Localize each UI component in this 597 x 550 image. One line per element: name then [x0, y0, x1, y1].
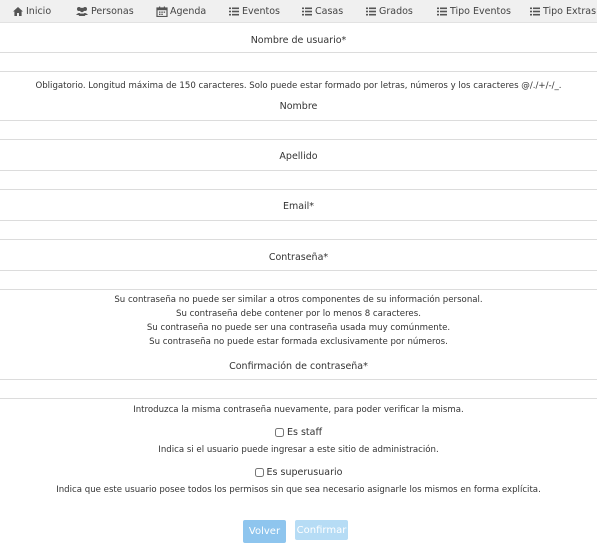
nav-item-grados[interactable]: Grados	[365, 4, 413, 18]
is-staff-label: Es staff	[286, 427, 322, 438]
nav-item-inicio[interactable]: Inicio	[12, 4, 51, 18]
calendar-icon	[156, 6, 168, 17]
is-superuser-help: Indica que este usuario posee todos los …	[56, 485, 541, 495]
back-button[interactable]: Volver	[243, 520, 286, 543]
last-name-label: Apellido	[279, 151, 318, 162]
nav-item-tipo-eventos[interactable]: Tipo Eventos	[436, 4, 511, 18]
list-icon	[436, 6, 448, 17]
nav-item-label: Grados	[379, 5, 413, 17]
is-superuser-label: Es superusuario	[266, 467, 343, 478]
nav-item-tipo-extras[interactable]: Tipo Extras	[529, 4, 596, 18]
home-icon	[12, 6, 24, 17]
list-icon	[228, 6, 240, 17]
nav-item-label: Inicio	[26, 5, 52, 17]
email-input[interactable]	[0, 220, 597, 240]
submit-button[interactable]: Confirmar	[295, 520, 348, 540]
username-label: Nombre de usuario*	[250, 35, 347, 46]
nav-item-label: Eventos	[242, 5, 280, 17]
is-superuser-row: Es superusuario	[0, 467, 597, 478]
is-staff-row: Es staff	[0, 427, 597, 438]
password-input[interactable]	[0, 270, 597, 290]
is-staff-help: Indica si el usuario puede ingresar a es…	[158, 445, 439, 455]
is-staff-checkbox[interactable]	[274, 428, 284, 437]
list-icon	[529, 6, 541, 17]
nav-item-eventos[interactable]: Eventos	[228, 4, 280, 18]
nav-item-personas[interactable]: Personas	[75, 4, 134, 18]
password-help-line: Su contraseña debe contener por lo menos…	[176, 309, 421, 319]
list-icon	[301, 6, 313, 17]
list-icon	[365, 6, 377, 17]
nav-item-label: Personas	[91, 5, 134, 17]
last-name-input[interactable]	[0, 170, 597, 190]
username-help: Obligatorio. Longitud máxima de 150 cara…	[35, 81, 562, 91]
users-icon	[75, 6, 89, 17]
password-confirm-input[interactable]	[0, 379, 597, 399]
password-confirm-label: Confirmación de contraseña*	[229, 361, 368, 372]
nav-item-agenda[interactable]: Agenda	[156, 4, 206, 18]
first-name-label: Nombre	[279, 101, 318, 112]
email-label: Email*	[282, 201, 315, 212]
nav-item-label: Tipo Extras	[543, 5, 597, 17]
first-name-input[interactable]	[0, 120, 597, 140]
nav-item-label: Agenda	[170, 5, 207, 17]
password-help-line: Su contraseña no puede ser similar a otr…	[114, 295, 483, 305]
password-help-line: Su contraseña no puede estar formada exc…	[149, 337, 448, 347]
username-input[interactable]	[0, 52, 597, 72]
nav-item-label: Casas	[315, 5, 344, 17]
nav-item-casas[interactable]: Casas	[301, 4, 343, 18]
password-confirm-help: Introduzca la misma contraseña nuevament…	[133, 405, 464, 415]
password-label: Contraseña*	[268, 252, 329, 263]
password-help-line: Su contraseña no puede ser una contraseñ…	[146, 323, 451, 333]
nav-item-label: Tipo Eventos	[450, 5, 511, 17]
top-nav: Inicio Personas Agenda Eventos Casas Gra…	[0, 0, 597, 23]
is-superuser-checkbox[interactable]	[254, 468, 264, 477]
